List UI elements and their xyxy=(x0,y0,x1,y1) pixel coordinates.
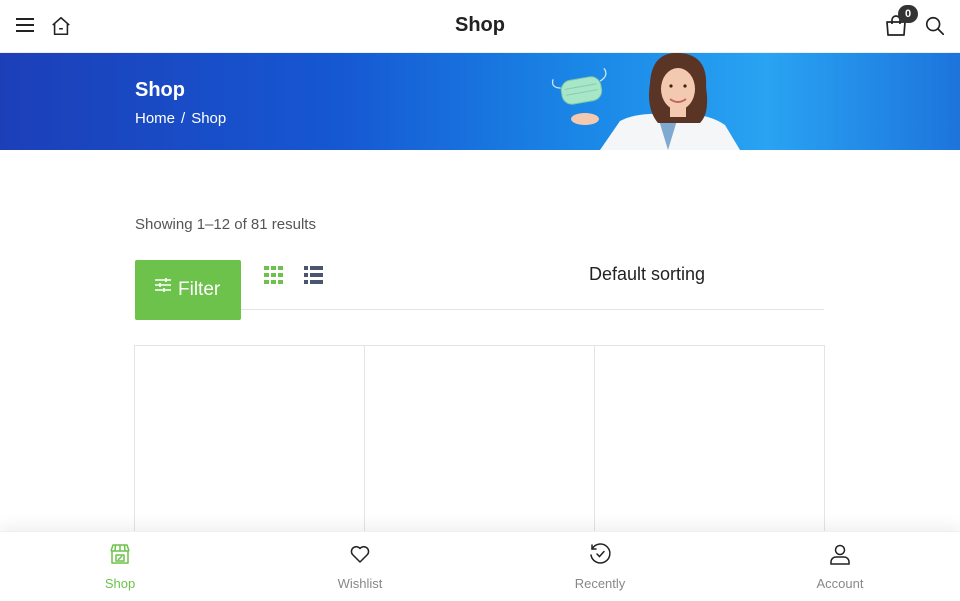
hero-banner: Shop Home / Shop xyxy=(0,53,960,150)
list-view-icon[interactable] xyxy=(304,266,323,284)
product-card[interactable] xyxy=(134,346,364,536)
bottom-nav-label: Shop xyxy=(104,576,136,591)
bottom-nav-recently[interactable]: Recently xyxy=(540,532,660,601)
bottom-nav-label: Account xyxy=(816,576,864,591)
bottom-nav-shop[interactable]: Shop xyxy=(60,532,180,601)
filter-label: Filter xyxy=(178,279,221,300)
breadcrumb-separator: / xyxy=(181,110,186,127)
result-count: Showing 1–12 of 81 results xyxy=(135,216,316,233)
sorting-select[interactable]: Default sorting xyxy=(589,264,705,285)
breadcrumb-home-link[interactable]: Home xyxy=(135,110,175,127)
breadcrumb: Home / Shop xyxy=(135,110,226,127)
menu-icon[interactable] xyxy=(16,18,34,32)
bottom-nav-label: Wishlist xyxy=(337,576,383,591)
cart-count-badge: 0 xyxy=(898,5,918,23)
grid-view-icon[interactable] xyxy=(264,266,284,284)
user-icon xyxy=(830,544,850,565)
store-icon xyxy=(110,544,130,564)
bottom-nav-wishlist[interactable]: Wishlist xyxy=(300,532,420,601)
doctor-with-mask-illustration xyxy=(551,53,740,150)
sliders-icon xyxy=(155,278,171,292)
product-grid xyxy=(134,345,825,536)
home-icon[interactable] xyxy=(50,15,72,37)
toolbar-divider xyxy=(241,309,824,310)
product-card[interactable] xyxy=(594,346,825,536)
page-title: Shop xyxy=(455,14,505,36)
product-card[interactable] xyxy=(364,346,594,536)
search-icon[interactable] xyxy=(924,15,946,37)
bottom-nav-account[interactable]: Account xyxy=(780,532,900,601)
breadcrumb-current: Shop xyxy=(191,110,227,127)
filter-button[interactable]: Filter xyxy=(135,260,241,320)
heart-icon xyxy=(350,546,370,563)
hero-title: Shop xyxy=(135,79,185,101)
bottom-nav: Shop Wishlist Recently Account xyxy=(0,531,960,600)
top-bar: Shop 0 xyxy=(0,0,960,53)
history-icon xyxy=(590,543,611,564)
bottom-nav-label: Recently xyxy=(574,576,626,591)
